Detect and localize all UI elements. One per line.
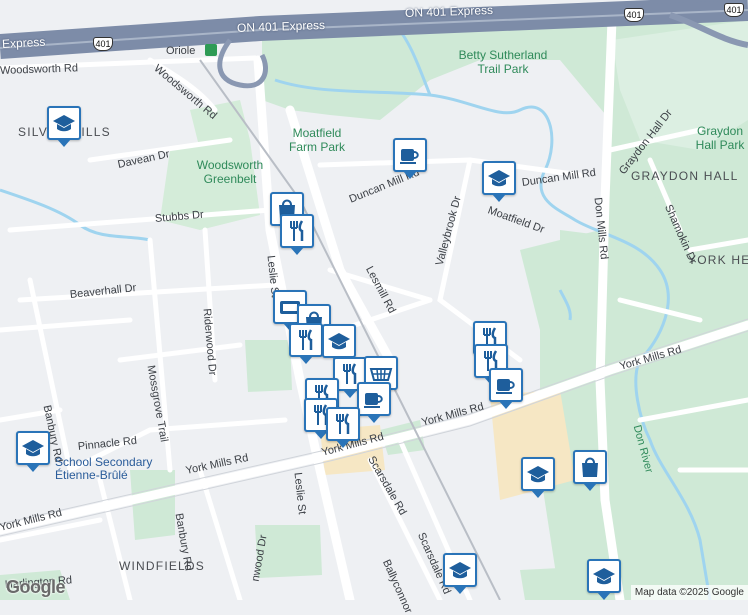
school-icon <box>53 115 75 132</box>
cafe-icon <box>496 379 515 394</box>
school-icon <box>593 568 615 585</box>
station-label: Oriole <box>166 45 196 57</box>
park-label: Graydon Hall Park <box>695 124 745 152</box>
shopping-pin[interactable] <box>573 450 607 491</box>
restaurant-icon <box>290 220 304 241</box>
restaurant-pin[interactable] <box>326 407 360 448</box>
highway-shield: 401 <box>93 37 113 51</box>
highway-shield: 401 <box>624 8 644 22</box>
school-pin[interactable] <box>521 457 555 498</box>
area-label: GRAYDON HALL <box>631 169 739 183</box>
restaurant-icon <box>299 329 313 350</box>
school-pin[interactable] <box>443 553 477 594</box>
school-pin[interactable] <box>482 161 516 202</box>
highway-label: ON 401 Express <box>236 17 326 35</box>
train-station-icon[interactable] <box>205 44 217 56</box>
park-label: Betty Sutherland Trail Park <box>458 48 548 76</box>
school-pin[interactable] <box>587 559 621 600</box>
green-areas <box>0 20 748 600</box>
school-icon <box>527 466 549 483</box>
map-attribution[interactable]: Map data ©2025 Google <box>630 585 748 600</box>
school-icon <box>22 440 44 457</box>
school-icon <box>328 333 350 350</box>
cafe-pin[interactable] <box>393 138 427 179</box>
school-pin[interactable] <box>16 431 50 472</box>
school-icon <box>449 562 471 579</box>
school-icon <box>488 170 510 187</box>
restaurant-icon <box>336 413 350 434</box>
restaurant-pin[interactable] <box>289 323 323 364</box>
park-label: Moatfield Farm Park <box>288 126 345 154</box>
google-logo: Google <box>6 577 66 597</box>
cafe-pin[interactable] <box>357 382 391 423</box>
cafe-icon <box>400 149 419 164</box>
highway-label: Express <box>1 34 46 51</box>
school-pin[interactable] <box>47 106 81 147</box>
school-label: School Secondary Étienne-Brûlé <box>55 455 153 482</box>
park-label: Woodsworth Greenbelt <box>196 158 264 186</box>
map-canvas[interactable] <box>0 0 748 600</box>
school-pin[interactable] <box>322 324 356 365</box>
restaurant-pin[interactable] <box>280 214 314 255</box>
highway-shield: 401 <box>724 3 744 17</box>
shopping-icon <box>582 457 598 477</box>
highway-label: ON 401 Express <box>404 2 494 20</box>
cafe-icon <box>364 393 383 408</box>
cafe-pin[interactable] <box>489 368 523 409</box>
